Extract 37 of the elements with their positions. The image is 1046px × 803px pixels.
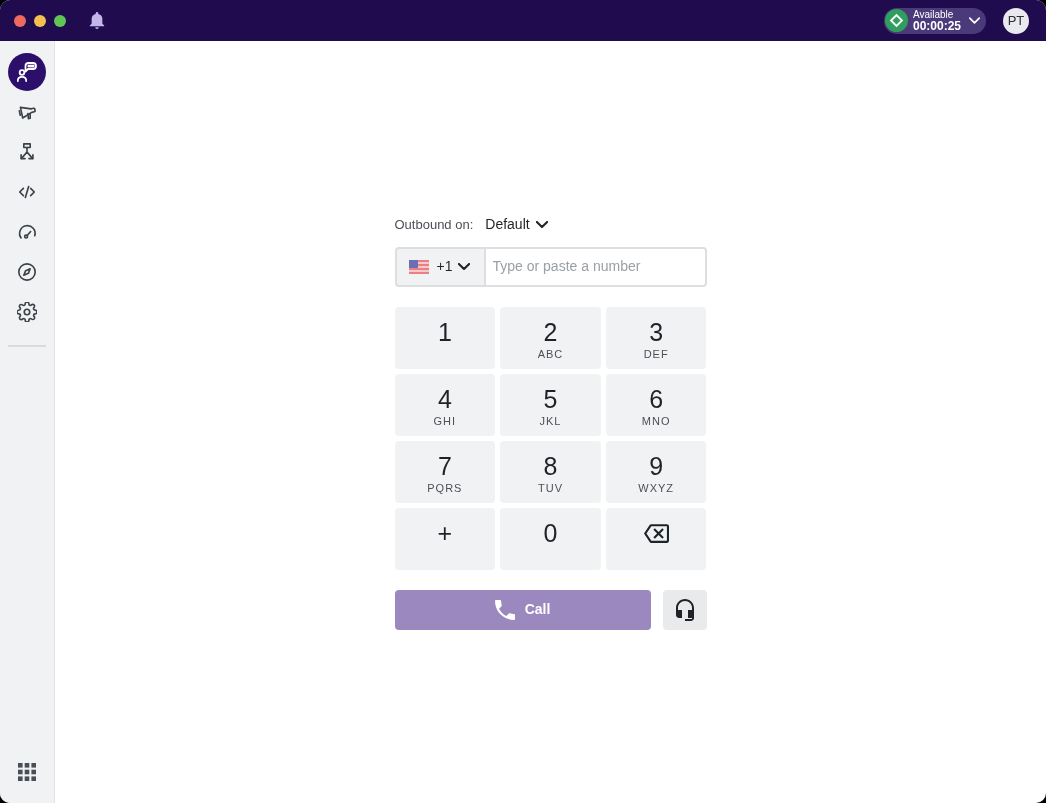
- keypad-key[interactable]: 7 PQRS: [394, 440, 496, 503]
- minimize-icon[interactable]: [34, 14, 46, 27]
- outbound-label: Outbound on:: [394, 215, 474, 234]
- keypad-key[interactable]: 4 GHI: [394, 373, 496, 436]
- status-dropdown[interactable]: Available 00:00:25: [884, 7, 986, 34]
- chevron-icon: [535, 221, 548, 228]
- close-icon[interactable]: [14, 14, 26, 27]
- maximize-icon[interactable]: [54, 14, 66, 27]
- keypad-key[interactable]: 0: [500, 507, 601, 570]
- settings-icon: [17, 302, 37, 322]
- phone-icon: [494, 599, 515, 620]
- keypad-key[interactable]: +: [394, 507, 496, 570]
- compass-icon: [17, 262, 37, 282]
- country-code-dropdown[interactable]: +1: [394, 246, 486, 287]
- grid-icon: [18, 763, 36, 781]
- sidebar-item[interactable]: [8, 53, 46, 91]
- keypad-key[interactable]: 9 WXYZ: [605, 440, 707, 503]
- backspace-key[interactable]: [605, 507, 707, 570]
- flag-icon: [408, 259, 429, 274]
- keypad-key[interactable]: 5 JKL: [500, 373, 601, 436]
- gauge-icon: [17, 222, 37, 242]
- branch-arrows-icon: [17, 142, 37, 162]
- keypad-key[interactable]: 2 ABC: [500, 306, 601, 369]
- headset-button[interactable]: [662, 589, 707, 630]
- keypad-key[interactable]: 6 MNO: [605, 373, 707, 436]
- phone-number-field[interactable]: Type or paste a number: [485, 246, 707, 287]
- keypad-key[interactable]: 8 TUV: [500, 440, 601, 503]
- bell-icon[interactable]: [89, 12, 105, 29]
- outbound-dropdown[interactable]: Default: [485, 214, 548, 235]
- chevron-icon: [969, 17, 980, 24]
- backspace-icon: [643, 523, 669, 543]
- chevron-icon: [458, 263, 471, 270]
- agent-chat-icon: [16, 61, 38, 83]
- keypad-key[interactable]: 1: [394, 306, 496, 369]
- headset-icon: [675, 598, 694, 621]
- keypad-key[interactable]: 3 DEF: [605, 306, 707, 369]
- avatar[interactable]: PT: [1003, 7, 1029, 34]
